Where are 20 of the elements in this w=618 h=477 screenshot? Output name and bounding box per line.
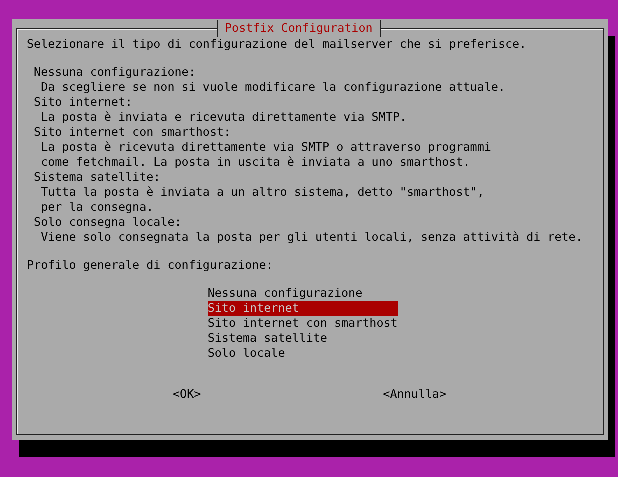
dialog-button[interactable]: <OK> xyxy=(173,387,202,402)
option-description: La posta è inviata e ricevuta direttamente via SMTP. xyxy=(40,110,408,125)
option-description: Viene solo consegnata la posta per gli utenti locali, senza attività di rete. xyxy=(40,230,584,245)
menu-item[interactable]: Sito internet con smarthost xyxy=(208,316,398,331)
option-description: Tutta la posta è inviata a un altro sistema, detto "smarthost", per la consegna. xyxy=(40,185,486,215)
option-description: Da scegliere se non si vuole modificare la configurazione attuale. xyxy=(40,80,506,95)
dialog-button[interactable]: <Annulla> xyxy=(383,387,446,402)
option-name: Sito internet con smarthost: xyxy=(33,125,232,140)
menu-item[interactable]: Nessuna configurazione xyxy=(208,286,398,301)
option-name: Solo consegna locale: xyxy=(33,215,183,230)
option-name: Nessuna configurazione: xyxy=(33,65,197,80)
list-label: Profilo generale di configurazione: xyxy=(27,258,274,273)
prompt-text: Selezionare il tipo di configurazione del mailserver che si preferisce. xyxy=(27,37,528,52)
dialog-title: Postfix Configuration xyxy=(217,20,381,37)
menu-item[interactable]: Sistema satellite xyxy=(208,331,398,346)
menu-item[interactable]: Sito internet xyxy=(208,301,398,316)
menu-item[interactable]: Solo locale xyxy=(208,346,398,361)
option-name: Sito internet: xyxy=(33,95,134,110)
option-name: Sistema satellite: xyxy=(33,170,162,185)
option-description: La posta è ricevuta direttamente via SMTP o attraverso programmi come fetchmail. La posta in uscita è inviata a uno smarthost. xyxy=(40,140,492,170)
